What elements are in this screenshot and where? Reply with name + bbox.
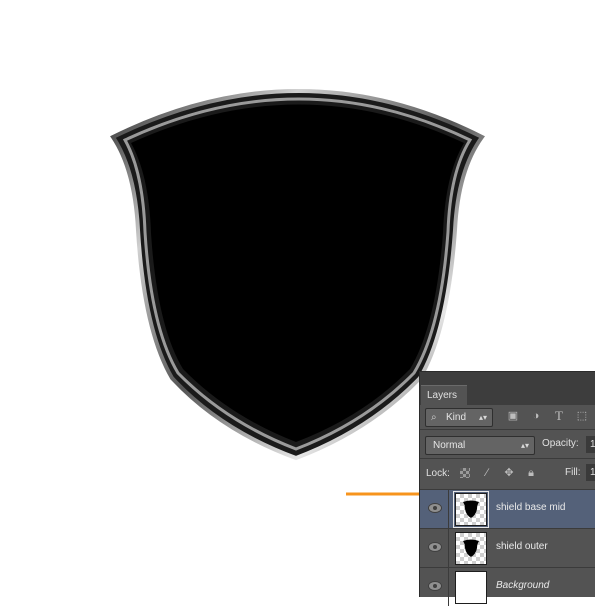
updown-icon: ▴▾ (478, 413, 487, 422)
blend-mode-value: Normal (433, 440, 466, 451)
shape-filter-icon[interactable]: ⬚ (576, 410, 588, 422)
visibility-eye-icon[interactable] (428, 542, 442, 552)
layer-thumbnail (455, 571, 487, 604)
blend-mode-dropdown[interactable]: Normal ▴▾ (425, 436, 535, 455)
layer-row-shield-base-mid[interactable]: shield base mid (420, 489, 595, 528)
lock-all-icon[interactable]: 🔒︎ (525, 467, 537, 479)
layer-row-background[interactable]: Background (420, 567, 595, 606)
shield-base (131, 104, 464, 442)
shield-thumbnail-icon (463, 539, 479, 557)
layer-name: shield base mid (496, 502, 566, 513)
layer-thumbnail (453, 491, 489, 528)
divider (448, 529, 449, 567)
shield-thumbnail-icon (463, 500, 479, 518)
lock-transparent-pixels-icon[interactable] (460, 468, 470, 478)
layers-panel: Layers ⌕ Kind ▴▾ ▣ ◑ T ⬚ Normal ▴▾ Opaci… (419, 371, 595, 606)
search-icon: ⌕ (431, 412, 437, 423)
divider (448, 568, 449, 606)
type-filter-icon[interactable]: T (553, 409, 565, 422)
opacity-input[interactable]: 10 (586, 436, 595, 453)
updown-icon: ▴▾ (520, 441, 529, 450)
adjustment-filter-icon[interactable]: ◑ (530, 410, 542, 422)
filter-kind-value: Kind (446, 412, 467, 423)
filter-kind-dropdown[interactable]: ⌕ Kind ▴▾ (425, 408, 493, 427)
layer-name: Background (496, 580, 550, 591)
layer-name: shield outer (496, 541, 548, 552)
layer-thumbnail (455, 532, 487, 565)
divider (420, 429, 595, 430)
layer-row-shield-outer[interactable]: shield outer (420, 528, 595, 567)
fill-input[interactable]: 10 (586, 464, 595, 481)
opacity-label: Opacity: (542, 438, 579, 449)
visibility-eye-icon[interactable] (428, 503, 442, 513)
visibility-eye-icon[interactable] (428, 581, 442, 591)
lock-position-icon[interactable]: ✥ (503, 467, 515, 479)
divider (420, 458, 595, 459)
lock-label: Lock: (426, 468, 450, 479)
panel-tab-bar: Layers (420, 372, 595, 406)
divider (448, 490, 449, 528)
lock-image-pixels-icon[interactable]: ∕ (481, 467, 493, 479)
fill-label: Fill: (565, 467, 581, 478)
tab-layers[interactable]: Layers (421, 385, 468, 406)
image-filter-icon[interactable]: ▣ (507, 410, 519, 422)
